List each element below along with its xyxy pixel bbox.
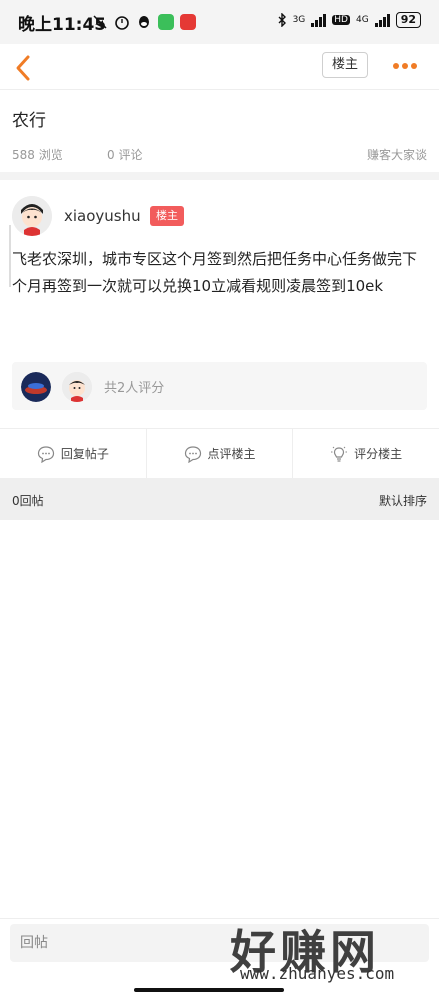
replies-header [0,478,439,520]
hd-badge: HD [332,15,350,25]
netease-app-icon [180,14,196,30]
owner-badge: 楼主 [150,206,184,226]
comment-count: 0 评论 [107,148,143,162]
reply-count: 0回帖 [12,494,44,508]
status-notification-icons [92,14,196,30]
alarm-icon [115,16,129,30]
mute-icon [93,15,107,29]
view-count: 588 浏览 [12,148,63,162]
forum-section-link[interactable]: 赚客大家谈 [367,146,427,163]
comment-owner-button[interactable]: 点评楼主 [147,429,294,478]
rater-avatar-1[interactable] [21,372,51,402]
signal-icon-1 [311,13,327,27]
rater-avatar-2[interactable] [62,372,92,402]
reply-post-label: 回复帖子 [60,447,109,461]
lightbulb-icon [331,446,348,462]
chat-bubble-icon [37,445,54,463]
only-owner-button[interactable]: 楼主 [322,52,368,78]
post-title: 农行 [12,111,46,131]
wechat-app-icon [158,14,174,30]
status-system-icons: 3G HD 4G 92 [277,12,421,28]
rater-avatar-icon [21,372,51,402]
avatar-cartoon-icon [62,372,92,402]
chat-bubble-icon [184,445,201,463]
site-watermark-url: www.zhuanyes.com [240,964,395,983]
network-type-1: 3G [292,15,306,25]
top-nav-bar: 楼主 [0,44,439,90]
more-button[interactable] [390,56,420,76]
rate-owner-label: 评分楼主 [354,447,403,461]
post-actions: 回复帖子 点评楼主 评分楼主 [0,428,439,478]
author-avatar[interactable] [12,196,52,236]
section-divider [0,172,439,180]
back-button[interactable] [12,50,36,84]
sort-button[interactable]: 默认排序 [379,492,427,509]
status-bar: 晚上11:45 3G HD 4G 92 [0,0,439,44]
qq-icon [139,16,149,28]
reply-post-button[interactable]: 回复帖子 [0,429,147,478]
home-indicator[interactable] [134,988,284,992]
bluetooth-icon [278,13,286,27]
more-dots-icon [393,63,417,69]
rate-owner-button[interactable]: 评分楼主 [293,429,439,478]
network-type-2: 4G [355,15,369,25]
quote-bar [9,225,11,287]
author-name[interactable]: xiaoyushu [64,207,141,225]
post-content: 飞老农深圳，城市专区这个月签到然后把任务中心任务做完下个月再签到一次就可以兑换1… [12,250,418,295]
rating-count: 共2人评分 [104,381,165,396]
chevron-left-icon [16,55,30,81]
battery-icon: 92 [395,12,421,28]
avatar-cartoon-icon [12,196,52,236]
signal-icon-2 [374,13,390,27]
comment-owner-label: 点评楼主 [207,447,256,461]
